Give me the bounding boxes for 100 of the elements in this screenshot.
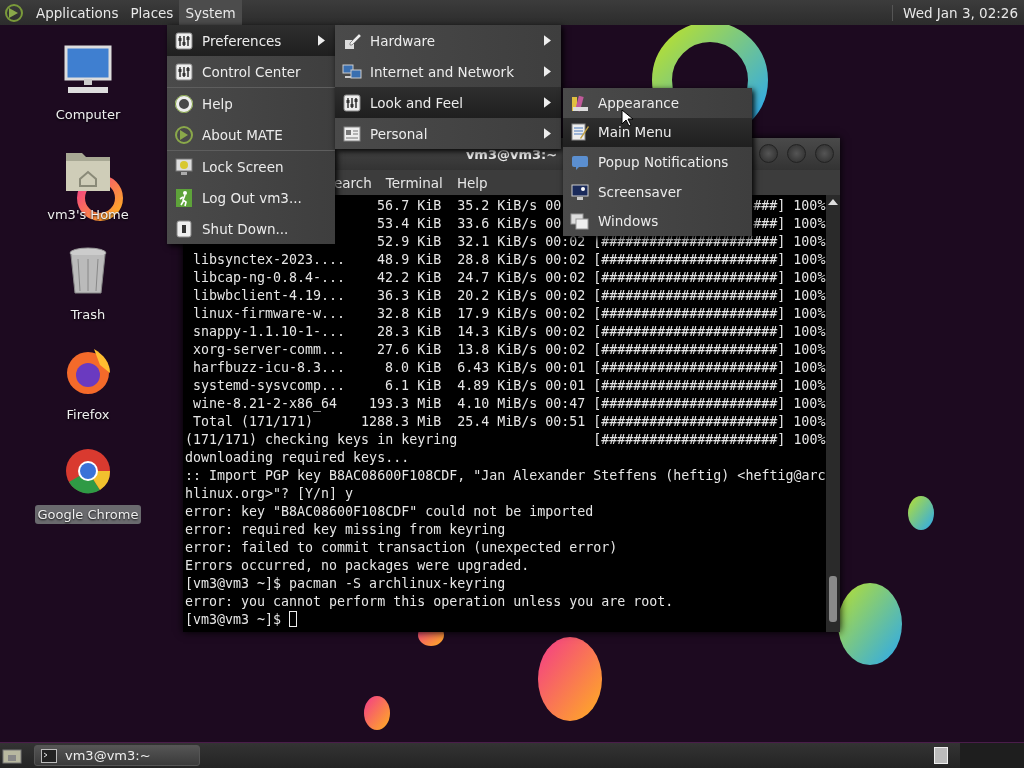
window-title: vm3@vm3:~ (465, 146, 558, 162)
terminal-text: 00:01 (545, 378, 586, 393)
terminal-text: 24.7 KiB/s (457, 270, 538, 285)
terminal-text: 100% (793, 324, 826, 339)
terminal-text: 6.43 KiB/s (457, 360, 538, 375)
terminal-icon (41, 748, 57, 763)
clock[interactable]: Wed Jan 3, 02:26 (892, 4, 1024, 21)
progress-text: [######################] (593, 324, 786, 339)
menu-item[interactable]: Log Out vm3... (167, 182, 335, 213)
terminal-text: 32.1 KiB/s (457, 234, 538, 249)
play-circle-icon (174, 124, 194, 145)
terminal-text: 00:51 (545, 414, 586, 429)
panel-menu[interactable]: Applications (30, 0, 125, 25)
terminal-text: libcap-ng-0.8.4-... (193, 270, 346, 285)
menu-item[interactable]: Main Menu (563, 117, 752, 148)
menu-item[interactable]: Appearance (563, 88, 752, 118)
scrollbar-thumb[interactable] (829, 576, 837, 622)
terminal-text: error: key "B8AC08600F108CDF" could not be imported (185, 503, 594, 521)
menu-item[interactable]: Screensaver (563, 176, 752, 207)
menu-item[interactable]: Help (456, 174, 488, 191)
desktop-icon-label[interactable]: Google Chrome (34, 505, 142, 524)
panel-menu[interactable]: System (179, 0, 242, 25)
menu-item[interactable]: Control Center (167, 56, 335, 87)
submenu-arrow-icon (544, 66, 551, 77)
terminal-text: hlinux.org>"? [Y/n] y (185, 485, 354, 503)
desktop-icon-label[interactable]: Trash (67, 305, 109, 324)
menu-item[interactable]: Lock Screen (167, 151, 335, 182)
terminal-text: 00:02 (545, 252, 586, 267)
terminal-text: 100% (793, 252, 826, 267)
terminal-text: 00:01 (545, 360, 586, 375)
terminal-text: wine-8.21-2-x86_64 (193, 396, 338, 411)
terminal-text: 00:02 (545, 234, 586, 249)
lifebuoy-icon (174, 93, 194, 114)
desktop-icon-label[interactable]: Computer (52, 105, 124, 124)
menu-item[interactable]: Look and Feel (335, 87, 561, 118)
menu-item[interactable]: Help (167, 88, 335, 119)
menu-item[interactable]: Hardware (335, 25, 561, 56)
terminal-text: snappy-1.1.10-1-... (193, 324, 346, 339)
terminal-text: 4.10 MiB/s (457, 396, 538, 411)
terminal-text: 100% (793, 378, 826, 393)
text-cursor (289, 611, 298, 627)
menu-item[interactable]: Personal (335, 118, 561, 149)
play-circle-icon[interactable] (4, 2, 24, 23)
stacked-windows-icon (570, 211, 590, 232)
menu-item[interactable]: Shut Down... (167, 213, 335, 244)
show-desktop-icon[interactable] (2, 746, 22, 765)
sliders-icon (342, 92, 362, 113)
terminal-text: 52.9 KiB (377, 234, 442, 249)
terminal-text: 100% (793, 306, 826, 321)
terminal-text: 100% (793, 216, 826, 231)
scroll-up-arrow-icon[interactable] (828, 199, 838, 205)
switch-icon (174, 218, 194, 239)
terminal-text: 100% (793, 270, 826, 285)
terminal-text: 100% (793, 198, 826, 213)
terminal-text: 33.6 KiB/s (457, 216, 538, 231)
sliders-icon (174, 30, 194, 51)
submenu-arrow-icon (544, 97, 551, 108)
terminal-text: 1288.3 MiB (361, 414, 442, 429)
mouse-pointer-icon (621, 109, 633, 127)
terminal-text: 100% (793, 288, 826, 303)
terminal-text: 193.3 MiB (369, 396, 442, 411)
terminal-text: 42.2 KiB (377, 270, 442, 285)
menu-item[interactable]: earch (334, 174, 372, 191)
terminal-text: 48.9 KiB (377, 252, 442, 267)
scrollbar[interactable] (826, 195, 840, 632)
terminal-text: 100% (793, 360, 826, 375)
terminal-text: 100% (793, 396, 826, 411)
progress-text: [######################] (593, 234, 786, 249)
menu-item[interactable]: About MATE (167, 119, 335, 150)
terminal-text: :: Import PGP key B8AC08600F108CDF, "Jan Alexander Steffens (heftig) <heftig@arc (185, 467, 826, 485)
panel-menu[interactable]: Places (124, 0, 180, 25)
terminal-text: [vm3@vm3 ~]$ pacman -S archlinux-keyring (185, 575, 506, 593)
terminal-text: 00:02 (545, 324, 586, 339)
terminal-text: 32.8 KiB (377, 306, 442, 321)
document-pencil-icon (570, 122, 590, 143)
submenu-arrow-icon (544, 35, 551, 46)
terminal-text: 00 (545, 198, 562, 213)
menu-item[interactable]: Internet and Network (335, 56, 561, 87)
terminal-text: error: required key missing from keyring (185, 521, 506, 539)
terminal-text: 35.2 KiB/s (457, 198, 538, 213)
menu-item[interactable]: Terminal (385, 174, 443, 191)
progress-text: [######################] (593, 252, 786, 267)
menu-item[interactable]: Popup Notifications (563, 147, 752, 177)
desktop-icon-label[interactable]: Firefox (63, 405, 113, 424)
terminal-text: 28.8 KiB/s (457, 252, 538, 267)
terminal-text: 13.8 KiB/s (457, 342, 538, 357)
terminal-text: 4.89 KiB/s (457, 378, 538, 393)
monitor-icon (570, 181, 590, 202)
terminal-prompt: [vm3@vm3 ~]$ (185, 611, 282, 629)
submenu-arrow-icon (544, 128, 551, 139)
menu-item[interactable]: Windows (563, 206, 752, 236)
terminal-text: 20.2 KiB/s (457, 288, 538, 303)
terminal-text: 28.3 KiB (377, 324, 442, 339)
workspace-switcher[interactable] (934, 747, 948, 764)
menu-item[interactable]: Preferences (167, 25, 335, 56)
taskbar-button[interactable]: vm3@vm3:~ (34, 745, 200, 766)
terminal-text: 100% (793, 234, 826, 249)
monitor-icon (174, 156, 194, 177)
terminal-text: (171/171) checking keys in keyring (185, 432, 458, 447)
progress-text: [######################] (593, 396, 786, 411)
